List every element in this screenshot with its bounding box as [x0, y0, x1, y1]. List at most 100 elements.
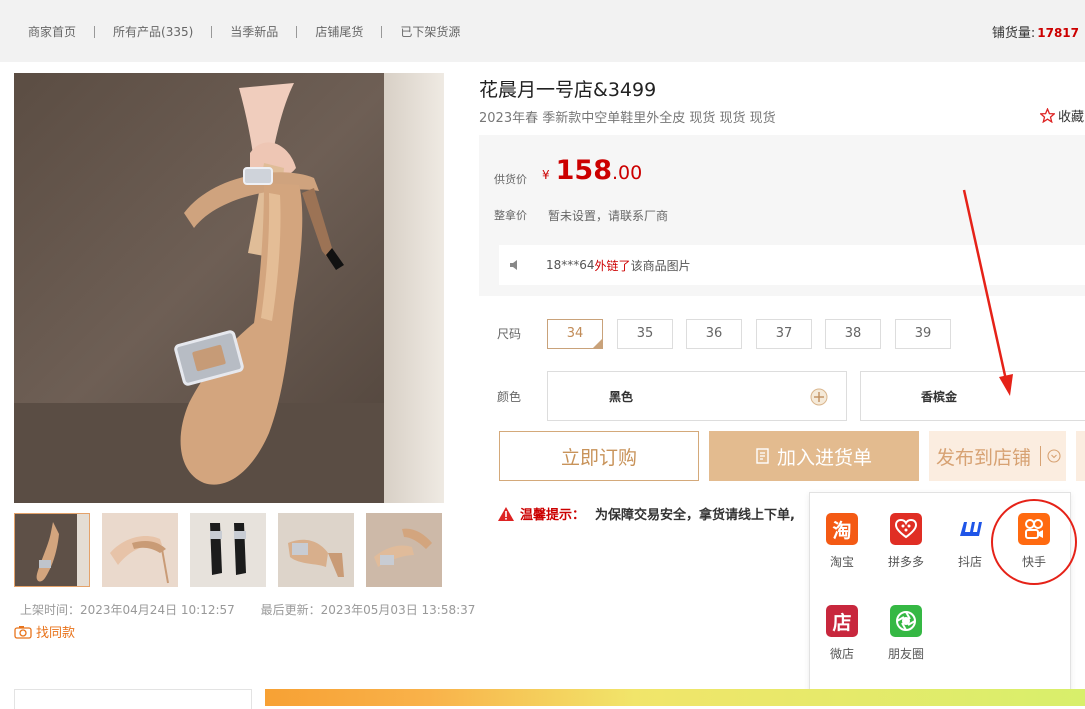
add-to-cart-button[interactable]: 加入进货单 — [709, 431, 919, 481]
color-label: 颜色 — [497, 390, 522, 404]
publish-divider — [1040, 446, 1042, 466]
wholesale-price-label: 整拿价 — [494, 209, 527, 222]
platform-pinduoduo[interactable]: 拼多多 — [882, 513, 930, 570]
weidian-icon: 店 — [826, 605, 858, 637]
listed-time: 上架时间：2023年04月24日 10:12:57 — [20, 603, 235, 617]
shoe-illustration — [174, 83, 344, 485]
thumbnail-1[interactable] — [14, 513, 90, 587]
favorite-label: 收藏 — [1058, 110, 1085, 125]
top-nav: 商家首页 所有产品(335) 当季新品 店铺尾货 已下架货源 铺货量: 17817 — [0, 0, 1085, 62]
platform-name: 拼多多 — [887, 555, 924, 569]
price-integer: 158 — [555, 155, 613, 186]
nav-item-delisted[interactable]: 已下架货源 — [400, 23, 460, 40]
size-option-label: 34 — [566, 326, 584, 341]
price-decimal: .00 — [612, 162, 643, 184]
moments-icon — [890, 605, 922, 637]
find-same-label: 找同款 — [36, 626, 76, 641]
list-doc-icon — [756, 448, 769, 464]
thumbnail-2[interactable] — [102, 513, 178, 587]
color-option-label: 香槟金 — [921, 390, 958, 404]
thumbnail-5[interactable] — [366, 513, 442, 587]
product-subtitle: 2023年春 季新款中空单鞋里外全皮 现货 现货 现货 — [479, 111, 776, 126]
platform-taobao[interactable]: 淘 淘宝 — [818, 513, 866, 570]
activity-notice: 18***64 外链了 该商品图片 — [499, 245, 1085, 285]
safety-warning: 温馨提示： 为保障交易安全，拿货请线上下单, — [497, 504, 795, 523]
nav-item-new-season[interactable]: 当季新品 — [230, 23, 278, 40]
size-option-35[interactable]: 35 — [617, 319, 673, 349]
nav-divider — [381, 25, 383, 38]
thumbnail-4[interactable] — [278, 513, 354, 587]
chevron-down-icon — [1047, 449, 1061, 463]
platform-moments[interactable]: 朋友圈 — [882, 605, 930, 662]
currency-symbol: ¥ — [542, 168, 550, 182]
platform-kuaishou[interactable]: 快手 — [1010, 513, 1058, 570]
order-now-button[interactable]: 立即订购 — [499, 431, 699, 481]
platform-name: 微店 — [829, 647, 854, 661]
publish-to-store-button[interactable]: 发布到店铺 — [929, 431, 1066, 481]
size-label: 尺码 — [497, 327, 522, 341]
platform-name: 抖店 — [957, 555, 982, 569]
favorite-button[interactable]: 收藏 — [1040, 106, 1084, 125]
plus-icon[interactable] — [810, 388, 828, 406]
stock-count: 铺货量: 17817 — [992, 22, 1079, 41]
warning-title: 温馨提示： — [520, 508, 586, 523]
size-option-36[interactable]: 36 — [686, 319, 742, 349]
warning-text: 为保障交易安全，拿货请线上下单, — [595, 508, 795, 523]
size-option-label: 39 — [914, 326, 932, 341]
camera-icon — [14, 625, 32, 639]
product-title: 花晨月一号店&3499 — [479, 79, 657, 101]
size-option-label: 35 — [636, 326, 654, 341]
wholesale-price-value: 暂未设置，请联系厂商 — [548, 209, 669, 223]
nav-item-all-products[interactable]: 所有产品(335) — [113, 23, 193, 40]
pinduoduo-icon — [890, 513, 922, 545]
platform-name: 淘宝 — [829, 555, 854, 569]
size-option-34[interactable]: 34 — [547, 319, 603, 349]
platform-name: 快手 — [1021, 555, 1046, 569]
nav-divider — [211, 25, 213, 38]
supply-price-label: 供货价 — [494, 173, 527, 186]
more-actions-button-edge[interactable] — [1076, 431, 1085, 481]
kuaishou-icon — [1018, 513, 1050, 545]
nav-items: 商家首页 所有产品(335) 当季新品 店铺尾货 已下架货源 — [28, 23, 460, 40]
bottom-promo-banner[interactable] — [265, 689, 1085, 706]
notice-action: 外链了 — [594, 258, 631, 273]
taobao-icon: 淘 — [826, 513, 858, 545]
size-option-37[interactable]: 37 — [756, 319, 812, 349]
notice-user: 18***64 — [546, 258, 595, 272]
platform-douyin[interactable]: 抖店 — [946, 513, 994, 570]
size-option-label: 36 — [705, 326, 723, 341]
size-option-39[interactable]: 39 — [895, 319, 951, 349]
platform-name: 朋友圈 — [887, 647, 924, 661]
size-option-38[interactable]: 38 — [825, 319, 881, 349]
add-to-cart-label: 加入进货单 — [776, 446, 872, 469]
nav-divider — [94, 25, 96, 38]
nav-divider — [296, 25, 298, 38]
douyin-store-icon — [954, 513, 986, 545]
product-dates: 上架时间：2023年04月24日 10:12:57 最后更新：2023年05月0… — [20, 601, 497, 618]
order-now-label: 立即订购 — [560, 446, 637, 469]
publish-platform-dropdown: 淘 淘宝 拼多多 抖店 快手 店 微店 朋友圈 — [809, 492, 1071, 694]
supply-price: ¥158.00 — [542, 155, 642, 186]
stock-value: 17817 — [1037, 26, 1079, 40]
selected-corner-mark — [593, 339, 602, 348]
bottom-left-panel — [14, 689, 252, 709]
speaker-icon — [510, 260, 517, 270]
product-main-image[interactable] — [14, 73, 444, 503]
size-option-label: 38 — [844, 326, 862, 341]
size-option-label: 37 — [775, 326, 793, 341]
notice-rest: 该商品图片 — [630, 258, 691, 273]
find-same-button[interactable]: 找同款 — [14, 622, 75, 641]
stock-label: 铺货量: — [991, 26, 1036, 41]
nav-item-home[interactable]: 商家首页 — [28, 23, 76, 40]
color-option-black[interactable]: 黑色 — [547, 371, 847, 421]
updated-time: 最后更新：2023年05月03日 13:58:37 — [260, 603, 476, 617]
color-option-champagne[interactable]: 香槟金 — [860, 371, 1085, 421]
color-option-label: 黑色 — [609, 390, 634, 404]
star-icon — [1040, 108, 1055, 123]
warning-icon — [498, 506, 514, 521]
thumbnail-3[interactable] — [190, 513, 266, 587]
nav-item-clearance[interactable]: 店铺尾货 — [315, 23, 363, 40]
platform-weidian[interactable]: 店 微店 — [818, 605, 866, 662]
thumbnail-strip — [14, 513, 454, 587]
publish-label: 发布到店铺 — [936, 446, 1032, 469]
